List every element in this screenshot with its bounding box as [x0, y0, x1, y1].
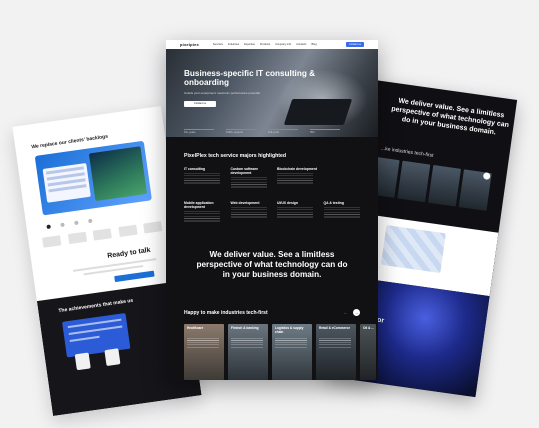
service-item — [324, 167, 365, 189]
value-heading: We deliver value. See a limitless perspe… — [196, 250, 348, 279]
services-title: PixelPlex tech service majors highlighte… — [184, 153, 287, 159]
showcase-stage: We replace our clients' backlogs Ready t… — [0, 0, 539, 428]
nav-item-industries[interactable]: Industries — [228, 43, 239, 46]
achievements-title: The achievements that make us — [58, 297, 134, 315]
stadium-image — [88, 146, 148, 202]
ranking-card — [62, 312, 131, 358]
hero-title: Business-specific IT consulting & onboar… — [184, 69, 316, 88]
industry-tiles — [366, 156, 492, 211]
service-item[interactable]: Web development — [230, 201, 272, 223]
industry-card[interactable]: Logistics & supply chain — [272, 324, 312, 380]
nav-item-services[interactable]: Services — [213, 43, 223, 46]
hero-stat: ISO — [310, 129, 340, 134]
hero-stat: 1000+ projects — [226, 129, 256, 134]
nav-item-blog[interactable]: Blog — [311, 43, 316, 46]
services-grid: IT consulting Custom software developmen… — [184, 167, 365, 224]
hero-subtitle: Unlock your enterprise's maximum perform… — [184, 91, 260, 95]
arrow-right-icon[interactable]: → — [353, 309, 360, 316]
hero-contact-button[interactable]: Contact us — [184, 101, 216, 107]
hero-stats: 15+ years 1000+ projects Full-cycle ISO — [184, 129, 340, 134]
industries-carousel: Healthcare Fintech & banking Logistics &… — [184, 324, 376, 380]
industry-card[interactable]: Retail & eCommerce — [316, 324, 356, 380]
service-item[interactable]: QA & testing — [323, 201, 365, 223]
spreadsheet-image — [42, 162, 91, 203]
nav-item-expertise[interactable]: Expertise — [244, 43, 255, 46]
hero-section: Business-specific IT consulting & onboar… — [166, 49, 378, 137]
right-page-sub: ...ke industries tech-first — [380, 145, 434, 159]
carousel-dots[interactable] — [46, 218, 93, 230]
service-item[interactable]: Mobile application development — [184, 201, 225, 224]
arrow-left-icon[interactable]: ← — [342, 309, 349, 316]
hero-stat: Full-cycle — [268, 129, 298, 134]
nav-item-contacts[interactable]: Contacts — [296, 43, 306, 46]
laptop-image — [283, 99, 353, 125]
industries-title: Happy to make industries tech-first — [184, 310, 268, 316]
service-item[interactable]: Blockchain development — [277, 167, 318, 189]
hero-stat: 15+ years — [184, 129, 214, 134]
ready-to-talk-heading: Ready to talk — [106, 246, 152, 260]
industry-card[interactable]: Fintech & banking — [228, 324, 268, 380]
service-item[interactable]: UI/UX design — [277, 201, 318, 223]
nav-contact-button[interactable]: Contact us — [346, 42, 364, 47]
left-page-banner — [34, 140, 152, 216]
award-badge-icon — [74, 352, 91, 371]
service-item[interactable]: IT consulting — [184, 167, 225, 189]
right-page-heading: We deliver value. See a limitless perspe… — [390, 97, 510, 136]
center-page-preview: pixelplex Services Industries Expertise … — [166, 40, 378, 380]
service-item[interactable]: Custom software development — [230, 167, 272, 190]
industry-card[interactable]: Healthcare — [184, 324, 224, 380]
award-badge-icon — [104, 348, 121, 367]
brand-logo[interactable]: pixelplex — [180, 42, 199, 47]
industry-card[interactable]: Oil & ... — [360, 324, 376, 380]
left-cta-button[interactable] — [114, 270, 155, 283]
top-nav: pixelplex Services Industries Expertise … — [166, 40, 378, 49]
industries-arrows: ← → — [342, 309, 360, 316]
nav-item-products[interactable]: Products — [260, 43, 270, 46]
nav-item-company[interactable]: Company info — [275, 43, 291, 46]
cubes-image — [380, 225, 446, 274]
nav-menu: Services Industries Expertise Products C… — [213, 43, 317, 46]
